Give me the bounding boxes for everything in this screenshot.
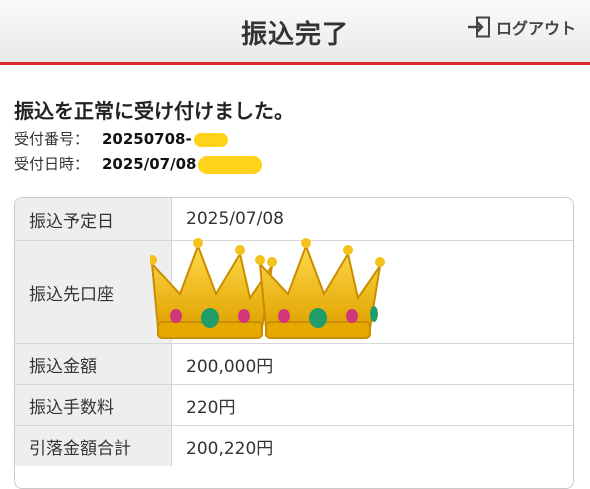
- receipt-number-value: 20250708-: [102, 130, 228, 148]
- detail-label: 引落金額合計: [15, 426, 172, 466]
- receipt-number-row: 受付番号： 20250708-: [14, 128, 228, 149]
- detail-row-fee: 振込手数料 220円: [15, 385, 573, 426]
- detail-label: 振込金額: [15, 344, 172, 384]
- logout-button[interactable]: ログアウト: [466, 14, 576, 40]
- logout-icon: [467, 16, 490, 38]
- receipt-datetime-label: 受付日時：: [14, 155, 90, 173]
- redaction-mark: [198, 155, 263, 174]
- receipt-datetime-value: 2025/07/08: [102, 155, 263, 174]
- detail-value: 200,220円: [186, 438, 274, 459]
- completion-message: 振込を正常に受け付けました。: [14, 99, 294, 123]
- receipt-number-label: 受付番号：: [14, 130, 90, 148]
- logout-label: ログアウト: [495, 19, 576, 38]
- detail-value: 220円: [186, 397, 236, 418]
- detail-label: 振込先口座: [15, 241, 172, 343]
- redaction-mark: [193, 132, 228, 147]
- crown-emoji-overlay: [150, 238, 385, 339]
- detail-value: 2025/07/08: [186, 209, 284, 229]
- receipt-datetime-row: 受付日時： 2025/07/08: [14, 153, 263, 174]
- crown-icon: [150, 238, 277, 339]
- detail-row-scheduled-date: 振込予定日 2025/07/08: [15, 198, 573, 241]
- detail-label: 振込手数料: [15, 385, 172, 425]
- detail-label: 振込予定日: [15, 198, 172, 240]
- header-divider: [0, 62, 590, 65]
- app-header: 振込完了 ログアウト: [0, 0, 590, 62]
- detail-row-total: 引落金額合計 200,220円: [15, 426, 573, 466]
- crown-icon: [255, 238, 385, 339]
